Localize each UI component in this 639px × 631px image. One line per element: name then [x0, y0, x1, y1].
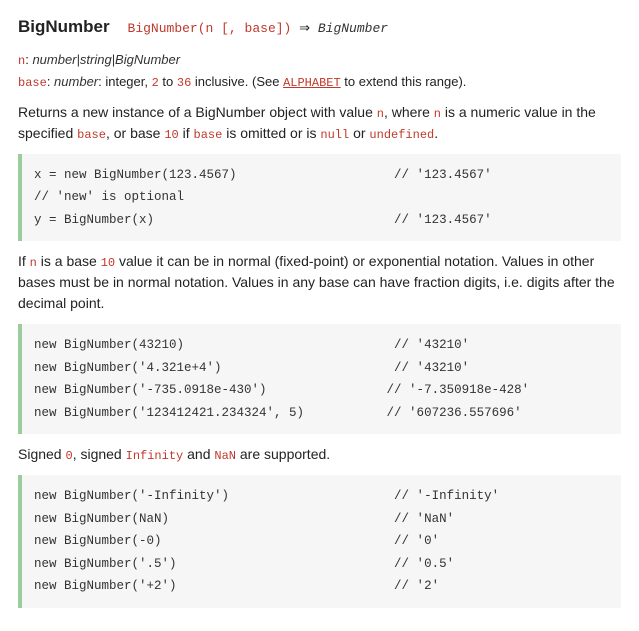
description-2: If n is a base 10 value it can be in nor… — [18, 251, 621, 314]
base-high: 36 — [177, 76, 191, 90]
signature-return: BigNumber — [318, 21, 388, 36]
code-example-2: new BigNumber(43210) // '43210' new BigN… — [18, 324, 621, 434]
signature-call: BigNumber(n [, base]) — [128, 21, 292, 36]
param-base: base: number: integer, 2 to 36 inclusive… — [18, 72, 621, 92]
code-example-1: x = new BigNumber(123.4567) // '123.4567… — [18, 154, 621, 242]
signature-arrow: ⇒ — [291, 21, 318, 36]
base-low: 2 — [152, 76, 159, 90]
description-3: Signed 0, signed Infinity and NaN are su… — [18, 444, 621, 465]
method-title: BigNumber — [18, 14, 110, 40]
param-n-type: number|string|BigNumber — [32, 52, 180, 67]
param-base-name: base — [18, 76, 47, 90]
alphabet-link[interactable]: ALPHABET — [283, 76, 341, 90]
param-n: n: number|string|BigNumber — [18, 50, 621, 70]
description-1: Returns a new instance of a BigNumber ob… — [18, 102, 621, 144]
method-signature: BigNumber(n [, base]) ⇒ BigNumber — [128, 21, 389, 36]
method-header: BigNumber BigNumber(n [, base]) ⇒ BigNum… — [18, 14, 621, 48]
param-base-type: number — [54, 74, 98, 89]
code-example-3: new BigNumber('-Infinity') // '-Infinity… — [18, 475, 621, 608]
